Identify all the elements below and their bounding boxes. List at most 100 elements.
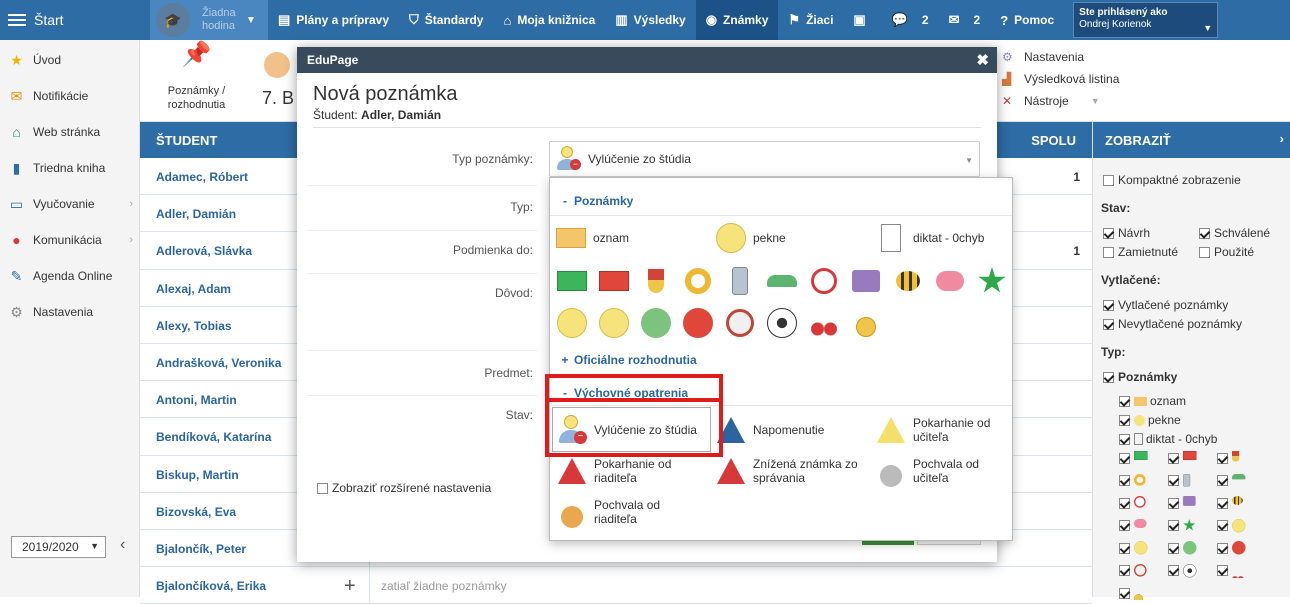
checkbox[interactable]: [1119, 452, 1130, 464]
column-student[interactable]: ŠTUDENT: [156, 133, 217, 148]
tools-menu[interactable]: ✕ Nástroje ▼: [1002, 94, 1100, 108]
checkbox[interactable]: [1199, 246, 1210, 258]
type-filter-item[interactable]: [1119, 451, 1150, 465]
plus-circle-icon[interactable]: [639, 306, 673, 340]
checkbox[interactable]: [1103, 174, 1114, 186]
sidebar-item-website[interactable]: ⌂ Web stránka: [0, 114, 139, 150]
type-filter-item[interactable]: [1217, 496, 1248, 510]
sidebar-item-notifications[interactable]: ✉ Notifikácie: [0, 78, 139, 114]
results-sheet-link[interactable]: ▟ Výsledková listina: [1002, 72, 1119, 86]
type-filter-item[interactable]: [1119, 473, 1150, 488]
state-draft[interactable]: Návrh: [1103, 226, 1150, 240]
student-name-link[interactable]: Biskup, Martin: [156, 468, 239, 482]
section-official[interactable]: + Oficiálne rozhodnutia: [550, 353, 1012, 367]
notes-decisions-button[interactable]: 📌 Poznámky / rozhodnutia: [154, 43, 239, 112]
checkbox[interactable]: [317, 482, 328, 494]
red-envelope-icon[interactable]: [597, 264, 631, 298]
green-envelope-icon[interactable]: [555, 264, 589, 298]
shoe-icon[interactable]: [765, 264, 799, 298]
bee-icon[interactable]: [891, 264, 925, 298]
checkbox[interactable]: [1168, 565, 1179, 576]
type-filter-item[interactable]: [1119, 518, 1150, 533]
type-filter-item[interactable]: [1168, 563, 1199, 578]
checkbox[interactable]: [1217, 497, 1228, 509]
type-filter-item[interactable]: [1119, 496, 1150, 510]
checkbox[interactable]: [1119, 520, 1130, 531]
student-name-link[interactable]: Alexaj, Adam: [156, 282, 231, 296]
nav-standards[interactable]: ⛉ Štandardy: [399, 0, 493, 40]
checkbox[interactable]: [1103, 371, 1114, 383]
type-filter-item[interactable]: [1217, 518, 1248, 533]
state-used[interactable]: Použité: [1199, 245, 1254, 259]
nav-help[interactable]: ? Pomoc: [990, 0, 1064, 40]
student-name-link[interactable]: Adler, Damián: [156, 207, 236, 221]
nav-mail[interactable]: ✉ 2: [939, 0, 991, 40]
option-director-rebuke[interactable]: Pokarhanie od riaditeľa: [556, 455, 706, 487]
column-total[interactable]: SPOLU: [1031, 133, 1076, 148]
euro-coin-icon[interactable]: [723, 306, 757, 340]
state-approved[interactable]: Schválené: [1199, 226, 1270, 240]
advanced-settings-toggle[interactable]: Zobraziť rozšírené nastavenia: [317, 481, 491, 495]
checkbox[interactable]: [1119, 414, 1130, 426]
checkbox[interactable]: [1119, 497, 1130, 509]
option-teacher-rebuke[interactable]: Pokarhanie od učiteľa: [875, 414, 1005, 446]
type-pekne[interactable]: pekne: [1119, 413, 1181, 427]
option-director-praise[interactable]: Pochvala od riaditeľa: [556, 496, 706, 528]
sidebar-item-communication[interactable]: ● Komunikácia ›: [0, 222, 139, 258]
compact-view-checkbox[interactable]: Kompaktné zobrazenie: [1103, 173, 1241, 187]
pig-icon[interactable]: [933, 264, 967, 298]
type-filter-item[interactable]: [1217, 451, 1248, 465]
key-icon[interactable]: [681, 264, 715, 298]
start-menu-button[interactable]: Štart: [0, 0, 150, 40]
student-name-link[interactable]: Bendíková, Katarína: [156, 430, 271, 444]
table-row[interactable]: Bjalončíková, Erika + zatiaľ žiadne poznám…: [140, 567, 1092, 604]
hour-selector[interactable]: 🎓 Žiadna hodina ▼: [150, 0, 268, 40]
nav-plans[interactable]: ▤ Plány a prípravy: [268, 0, 399, 40]
nav-grades[interactable]: ◉ Známky: [695, 0, 779, 40]
add-note-icon[interactable]: +: [344, 575, 356, 598]
option-diktat[interactable]: diktat - 0chyb: [875, 222, 984, 254]
printed-notes[interactable]: Vytlačené poznámky: [1103, 298, 1228, 312]
checkbox[interactable]: [1168, 542, 1179, 554]
checkbox[interactable]: [1119, 542, 1130, 554]
sidebar-item-home[interactable]: ★ Úvod: [0, 42, 139, 78]
type-filter-item[interactable]: [1217, 541, 1248, 555]
student-name-link[interactable]: Bjalončíková, Erika: [156, 579, 266, 593]
option-pekne[interactable]: pekne: [715, 222, 786, 254]
nav-messages[interactable]: 💬 2: [882, 0, 939, 40]
sidebar-item-agenda[interactable]: ✎ Agenda Online: [0, 258, 139, 294]
green-star-icon[interactable]: [975, 264, 1009, 298]
type-filter-item[interactable]: [1168, 541, 1199, 555]
type-oznam[interactable]: oznam: [1119, 394, 1186, 408]
minus-circle-icon[interactable]: [681, 306, 715, 340]
checkbox[interactable]: [1217, 475, 1228, 486]
neutral-face-icon[interactable]: [597, 306, 631, 340]
sidebar-item-classbook[interactable]: ▮ Triedna kniha: [0, 150, 139, 186]
type-filter-item[interactable]: [1119, 541, 1150, 555]
checkbox[interactable]: [1217, 520, 1228, 531]
medal-star-icon[interactable]: [639, 264, 673, 298]
checkbox[interactable]: [1119, 565, 1130, 576]
student-name-link[interactable]: Adamec, Róbert: [156, 170, 248, 184]
sidebar-item-settings[interactable]: ⚙ Nastavenia: [0, 294, 139, 330]
checkbox[interactable]: [1217, 452, 1228, 464]
sad-face-icon[interactable]: [555, 306, 589, 340]
student-name-link[interactable]: Antoni, Martin: [156, 393, 237, 407]
nav-results[interactable]: ▥ Výsledky: [605, 0, 695, 40]
type-filter-item[interactable]: [1168, 473, 1199, 488]
checkbox[interactable]: [1217, 565, 1228, 576]
checkbox[interactable]: [1199, 227, 1210, 239]
checkbox[interactable]: [1168, 452, 1179, 464]
checkbox[interactable]: [1103, 227, 1114, 239]
gold-medal-icon[interactable]: [849, 306, 883, 340]
collapse-sidebar-icon[interactable]: ‹: [120, 536, 125, 554]
note-type-select[interactable]: − Vylúčenie zo štúdia ▼: [549, 141, 980, 177]
type-filter-item[interactable]: [1168, 451, 1199, 465]
checkbox[interactable]: [1119, 395, 1130, 407]
student-name-link[interactable]: Bjalončík, Peter: [156, 542, 246, 556]
type-filter-item[interactable]: [1119, 563, 1150, 578]
option-teacher-praise[interactable]: Pochvala od učiteľa: [875, 455, 1012, 487]
nav-cast[interactable]: ▣: [843, 0, 881, 40]
type-group-notes[interactable]: Poznámky: [1103, 370, 1177, 384]
type-diktat[interactable]: diktat - 0chyb: [1119, 432, 1217, 446]
